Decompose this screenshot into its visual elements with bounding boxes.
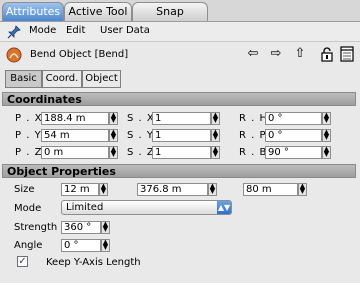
scale-z-stepper[interactable]: ▲ ▼ [211, 146, 220, 159]
scale-y-label: S . Y [127, 130, 154, 141]
scale-y-input[interactable]: 1 [152, 129, 211, 142]
rot-h-stepper[interactable]: ▲ ▼ [322, 112, 331, 125]
tab-attributes[interactable]: Attributes [2, 2, 64, 21]
pos-y-stepper[interactable]: ▲ ▼ [109, 129, 118, 142]
menu-bar: Mode Edit User Data [0, 22, 360, 42]
keep-y-axis-label: Keep Y-Axis Length [46, 257, 141, 268]
mode-label: Mode [14, 203, 42, 214]
pos-z-stepper[interactable]: ▲ ▼ [109, 146, 118, 159]
scale-y-stepper[interactable]: ▲ ▼ [211, 129, 220, 142]
angle-stepper[interactable]: ▲ ▼ [101, 239, 110, 252]
pos-x-label: P . X [15, 113, 43, 124]
size-y-stepper[interactable]: ▲ ▼ [208, 183, 217, 196]
size-z-stepper[interactable]: ▲ ▼ [298, 183, 307, 196]
menu-mode[interactable]: Mode [29, 25, 56, 36]
scale-x-stepper[interactable]: ▲ ▼ [211, 112, 220, 125]
tab-snap-settings[interactable]: Snap Settings [132, 2, 208, 36]
arrow-right-icon[interactable]: ⇨ [268, 46, 284, 62]
menu-user-data[interactable]: User Data [100, 25, 150, 36]
lock-icon[interactable] [319, 46, 335, 62]
size-x-stepper[interactable]: ▲ ▼ [99, 183, 108, 196]
rot-h-input[interactable]: 0 ° [265, 112, 322, 125]
pos-z-label: P . Z [15, 147, 43, 158]
arrow-left-icon[interactable]: ⇦ [245, 46, 261, 62]
subtab-basic[interactable]: Basic [5, 70, 42, 88]
tab-active-tool[interactable]: Active Tool [64, 2, 132, 21]
mode-select-value: Limited [66, 202, 104, 213]
size-x-input[interactable]: 12 m [61, 183, 99, 196]
pos-x-input[interactable]: 188.4 m [41, 112, 109, 125]
size-z-input[interactable]: 80 m [243, 183, 298, 196]
rot-h-label: R . H [239, 113, 269, 124]
scale-x-input[interactable]: 1 [152, 112, 211, 125]
keep-y-axis-checkbox[interactable]: ✓ [17, 256, 28, 267]
angle-input[interactable]: 0 ° [61, 239, 101, 252]
subtab-object[interactable]: Object [82, 70, 121, 88]
object-header: Bend Object [Bend] ⇦ ⇨ ⇧ [0, 42, 360, 68]
pos-y-label: P . Y [15, 130, 42, 141]
rot-p-stepper[interactable]: ▲ ▼ [322, 129, 331, 142]
rot-b-stepper[interactable]: ▲ ▼ [322, 146, 331, 159]
arrow-up-icon[interactable]: ⇧ [292, 46, 308, 62]
bend-object-icon [6, 47, 22, 63]
strength-label: Strength [14, 222, 58, 233]
scale-z-label: S . Z [127, 147, 155, 158]
scale-x-label: S . X [127, 113, 155, 124]
rot-b-label: R . B [239, 147, 268, 158]
rot-p-input[interactable]: 0 ° [265, 129, 322, 142]
size-label: Size [14, 184, 35, 195]
subtab-coord[interactable]: Coord. [42, 70, 82, 88]
strength-stepper[interactable]: ▲ ▼ [101, 221, 110, 234]
object-properties-header: Object Properties [2, 164, 356, 178]
rot-p-label: R . P [239, 130, 267, 141]
menu-edit[interactable]: Edit [66, 25, 85, 36]
new-panel-icon[interactable] [339, 46, 355, 62]
mode-select[interactable]: Limited ▲▼ [61, 200, 232, 215]
tab-bar: Attributes Active Tool Snap Settings [0, 0, 360, 36]
object-title: Bend Object [Bend] [30, 49, 129, 60]
pushpin-icon[interactable] [7, 25, 21, 39]
pos-x-stepper[interactable]: ▲ ▼ [109, 112, 118, 125]
size-y-input[interactable]: 376.8 m [137, 183, 208, 196]
strength-input[interactable]: 360 ° [61, 221, 101, 234]
scale-z-input[interactable]: 1 [152, 146, 211, 159]
rot-b-input[interactable]: 90 ° [265, 146, 322, 159]
pos-z-input[interactable]: 0 m [41, 146, 109, 159]
chevron-down-icon: ▲▼ [217, 201, 231, 214]
coordinates-header: Coordinates [2, 92, 356, 106]
angle-label: Angle [14, 240, 43, 251]
pos-y-input[interactable]: 54 m [41, 129, 109, 142]
